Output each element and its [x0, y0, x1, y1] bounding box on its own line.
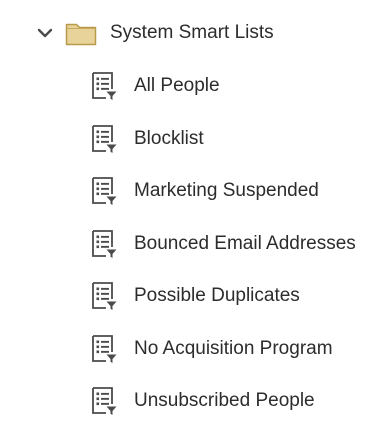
smart-list-icon	[90, 71, 118, 101]
smart-list-icon	[90, 334, 118, 364]
smart-list-item-all-people[interactable]: All People	[90, 60, 370, 113]
smart-list-label: Blocklist	[134, 127, 204, 149]
system-smart-lists-folder[interactable]: System Smart Lists	[36, 16, 274, 50]
smart-list-item-blocklist[interactable]: Blocklist	[90, 113, 370, 166]
smart-list-icon	[90, 176, 118, 206]
smart-list-items: All People Blocklist Marketing Suspended…	[90, 60, 370, 423]
smart-list-item-marketing-suspended[interactable]: Marketing Suspended	[90, 165, 370, 218]
folder-icon	[65, 20, 97, 46]
smart-list-item-no-acquisition-program[interactable]: No Acquisition Program	[90, 323, 370, 376]
smart-list-icon	[90, 229, 118, 259]
smart-list-label: Unsubscribed People	[134, 390, 315, 412]
smart-list-label: Marketing Suspended	[134, 180, 319, 202]
smart-list-item-unsubscribed-people[interactable]: Unsubscribed People	[90, 375, 370, 423]
smart-list-icon	[90, 386, 118, 416]
smart-list-icon	[90, 124, 118, 154]
smart-list-label: Bounced Email Addresses	[134, 232, 356, 254]
smart-lists-tree: System Smart Lists All People Blocklist …	[0, 0, 377, 423]
smart-list-item-possible-duplicates[interactable]: Possible Duplicates	[90, 270, 370, 323]
smart-list-icon	[90, 281, 118, 311]
smart-list-item-bounced-email-addresses[interactable]: Bounced Email Addresses	[90, 218, 370, 271]
smart-list-label: All People	[134, 75, 220, 97]
smart-list-label: No Acquisition Program	[134, 337, 333, 359]
chevron-down-icon[interactable]	[36, 24, 54, 42]
smart-list-label: Possible Duplicates	[134, 285, 300, 307]
folder-label: System Smart Lists	[110, 22, 274, 43]
